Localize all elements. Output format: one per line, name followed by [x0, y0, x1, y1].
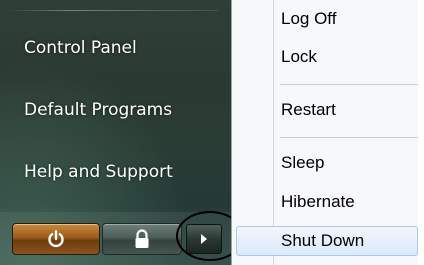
lock-icon	[135, 229, 149, 248]
divider	[8, 10, 218, 11]
restart-menu-item[interactable]: Restart	[281, 100, 336, 120]
control-panel-item[interactable]: Control Panel	[24, 38, 137, 58]
hibernate-menu-item[interactable]: Hibernate	[281, 192, 355, 212]
default-programs-item[interactable]: Default Programs	[24, 100, 172, 120]
lock-button[interactable]	[102, 223, 182, 255]
menu-separator	[280, 84, 418, 85]
menu-separator	[280, 137, 418, 138]
lock-menu-item[interactable]: Lock	[281, 47, 317, 67]
page-edge	[418, 0, 424, 265]
help-and-support-item[interactable]: Help and Support	[24, 162, 173, 182]
power-button[interactable]	[12, 223, 100, 255]
log-off-menu-item[interactable]: Log Off	[281, 9, 336, 29]
power-icon	[48, 230, 64, 248]
sleep-menu-item[interactable]: Sleep	[281, 153, 324, 173]
shut-down-menu-item[interactable]: Shut Down	[281, 231, 364, 251]
